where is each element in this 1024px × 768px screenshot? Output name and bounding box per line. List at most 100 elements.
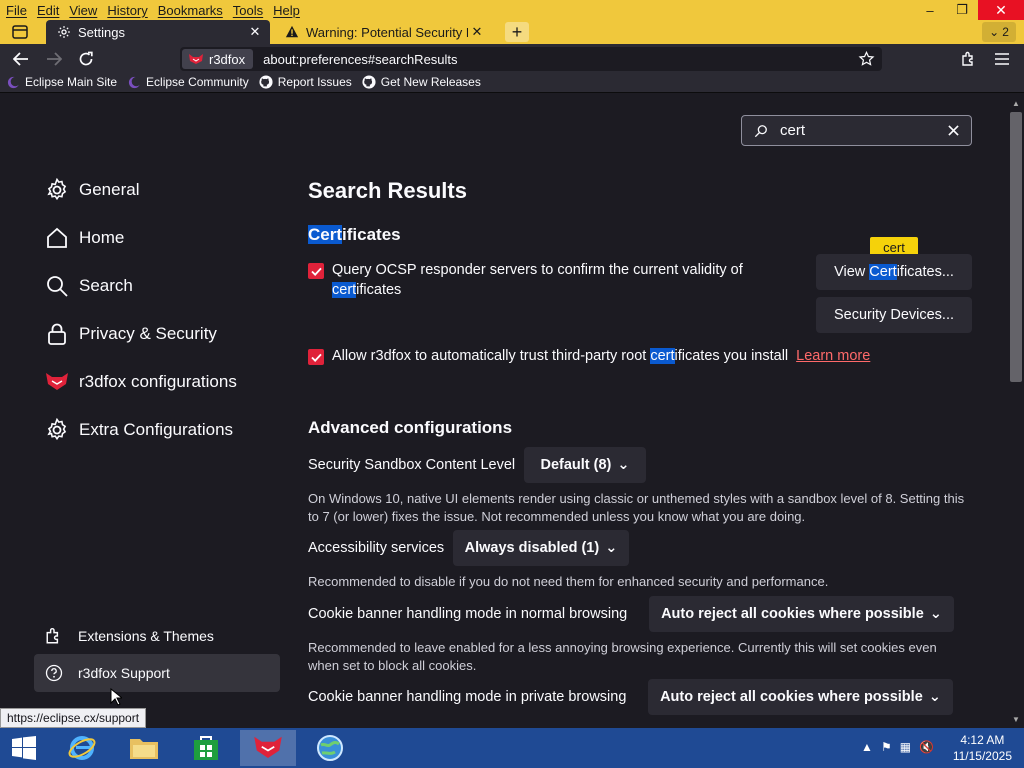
- learn-more-link[interactable]: Learn more: [796, 346, 870, 366]
- tab-strip: Settings ✕ Warning: Potential Security R…: [0, 20, 1024, 44]
- network-icon[interactable]: ▦: [900, 740, 911, 754]
- scroll-down-icon[interactable]: ▼: [1011, 714, 1021, 724]
- accessibility-select[interactable]: Always disabled (1) ⌄: [453, 530, 629, 566]
- bookmark-label: Eclipse Main Site: [25, 75, 118, 89]
- back-button[interactable]: [9, 48, 33, 70]
- tab-settings[interactable]: Settings ✕: [46, 20, 270, 44]
- menu-edit[interactable]: Edit: [32, 3, 64, 18]
- preferences-page: cert General Home Search Privacy & Secur…: [0, 94, 1008, 728]
- advanced-configurations-heading: Advanced configurations: [308, 418, 513, 437]
- search-icon: [754, 124, 767, 137]
- close-tab-icon[interactable]: ✕: [246, 23, 264, 41]
- search-highlight: cert: [332, 282, 357, 298]
- chevron-down-icon: ⌄: [605, 540, 618, 556]
- ocsp-checkbox[interactable]: [308, 263, 324, 279]
- view-certificates-button[interactable]: View Cert ificates...: [816, 254, 972, 290]
- menu-view[interactable]: View: [64, 3, 102, 18]
- bookmark-star-button[interactable]: [856, 50, 876, 68]
- reload-button[interactable]: [74, 48, 98, 70]
- clear-search-icon[interactable]: [943, 121, 963, 141]
- url-text[interactable]: about:preferences#searchResults: [263, 52, 457, 67]
- category-extra-configurations[interactable]: Extra Configurations: [45, 415, 233, 445]
- taskbar-store[interactable]: [178, 730, 234, 766]
- category-label: Home: [79, 228, 125, 247]
- menu-help[interactable]: Help: [268, 3, 305, 18]
- minimize-button[interactable]: –: [914, 0, 946, 20]
- cookie-private-label: Cookie banner handling mode in private b…: [308, 689, 627, 705]
- ocsp-label: Query OCSP responder servers to confirm …: [332, 260, 743, 300]
- taskbar-file-explorer[interactable]: [116, 730, 172, 766]
- chevron-down-icon: ⌄: [617, 457, 630, 473]
- category-r3dfox-configurations[interactable]: r3dfox configurations: [45, 367, 237, 397]
- r3dfox-icon: [45, 370, 69, 394]
- category-search[interactable]: Search: [45, 271, 133, 301]
- sandbox-level-select[interactable]: Default (8) ⌄: [524, 447, 646, 483]
- tab-list-button[interactable]: ⌄ 2: [982, 22, 1016, 42]
- bookmark-label: Report Issues: [277, 75, 352, 89]
- r3dfox-icon: [254, 736, 282, 758]
- start-button[interactable]: [0, 730, 48, 766]
- r3dfox-support-link[interactable]: r3dfox Support: [45, 661, 170, 685]
- forward-button[interactable]: [42, 48, 66, 70]
- preferences-search-field[interactable]: cert: [741, 115, 972, 146]
- category-privacy[interactable]: Privacy & Security: [45, 319, 217, 349]
- taskbar-globe-app[interactable]: [302, 730, 358, 766]
- category-home[interactable]: Home: [45, 223, 124, 253]
- tab-security-warning[interactable]: Warning: Potential Security Risk ✕: [274, 20, 492, 44]
- search-highlight: cert: [650, 348, 675, 364]
- menu-tools[interactable]: Tools: [228, 3, 268, 18]
- scroll-thumb[interactable]: [1010, 112, 1022, 382]
- menu-history[interactable]: History: [102, 3, 152, 18]
- accessibility-label: Accessibility services: [308, 540, 445, 556]
- folder-icon: [130, 739, 158, 759]
- bookmark-eclipse-main-site[interactable]: Eclipse Main Site: [6, 75, 117, 89]
- menu-file[interactable]: File: [0, 3, 32, 18]
- scroll-up-icon[interactable]: ▲: [1011, 98, 1021, 108]
- bookmark-label: Get New Releases: [380, 75, 481, 89]
- app-menu-button[interactable]: [990, 48, 1014, 70]
- clock-date: 11/15/2025: [952, 749, 1012, 763]
- restore-button[interactable]: ❐: [946, 0, 978, 20]
- bookmark-get-new-releases[interactable]: Get New Releases: [362, 75, 481, 89]
- bookmark-eclipse-community[interactable]: Eclipse Community: [127, 75, 249, 89]
- volume-muted-icon[interactable]: 🔇: [919, 740, 934, 754]
- accessibility-description: Recommended to disable if you do not nee…: [308, 574, 829, 589]
- label-text: Query OCSP responder servers to confirm …: [332, 262, 743, 278]
- extensions-themes-link[interactable]: Extensions & Themes: [45, 624, 214, 648]
- sandbox-label: Security Sandbox Content Level: [308, 457, 516, 473]
- windows-logo-icon: [12, 736, 36, 760]
- category-label: Search: [79, 276, 133, 295]
- trust-roots-checkbox[interactable]: [308, 349, 324, 365]
- close-window-button[interactable]: ✕: [978, 0, 1024, 20]
- cookie-private-select[interactable]: Auto reject all cookies where possible ⌄: [648, 679, 953, 715]
- firefox-view-icon: [12, 25, 28, 39]
- menu-bookmarks[interactable]: Bookmarks: [153, 3, 228, 18]
- taskbar-clock[interactable]: 4:12 AM 11/15/2025: [953, 732, 1012, 764]
- search-input[interactable]: cert: [780, 122, 943, 139]
- search-highlight: Cert: [308, 225, 343, 244]
- security-devices-button[interactable]: Security Devices...: [816, 297, 972, 333]
- tab-count: 2: [1002, 25, 1009, 39]
- clock-time: 4:12 AM: [960, 733, 1005, 747]
- bookmark-report-issues[interactable]: Report Issues: [259, 75, 352, 89]
- url-bar[interactable]: r3dfox about:preferences#searchResults: [180, 47, 882, 71]
- star-icon: [858, 51, 874, 66]
- taskbar-internet-explorer[interactable]: [54, 730, 110, 766]
- new-tab-button[interactable]: +: [505, 22, 529, 42]
- search-icon: [45, 274, 69, 298]
- flag-icon[interactable]: ⚑: [881, 740, 892, 754]
- firefox-view-button[interactable]: [9, 23, 31, 41]
- chevron-up-icon[interactable]: ▲: [861, 740, 873, 754]
- cookie-normal-label: Cookie banner handling mode in normal br…: [308, 606, 628, 622]
- extensions-button[interactable]: [957, 48, 981, 70]
- category-general[interactable]: General: [45, 175, 139, 205]
- cookie-normal-select[interactable]: Auto reject all cookies where possible ⌄: [649, 596, 954, 632]
- system-tray: ▲ ⚑ ▦ 🔇: [861, 740, 934, 754]
- label-text: Allow r3dfox to automatically trust thir…: [332, 348, 651, 364]
- trust-roots-setting: Allow r3dfox to automatically trust thir…: [308, 346, 870, 366]
- category-label: General: [79, 180, 140, 199]
- identity-box[interactable]: r3dfox: [182, 49, 254, 69]
- close-tab-icon[interactable]: ✕: [468, 23, 486, 41]
- taskbar-r3dfox[interactable]: [240, 730, 296, 766]
- github-icon: [259, 75, 273, 89]
